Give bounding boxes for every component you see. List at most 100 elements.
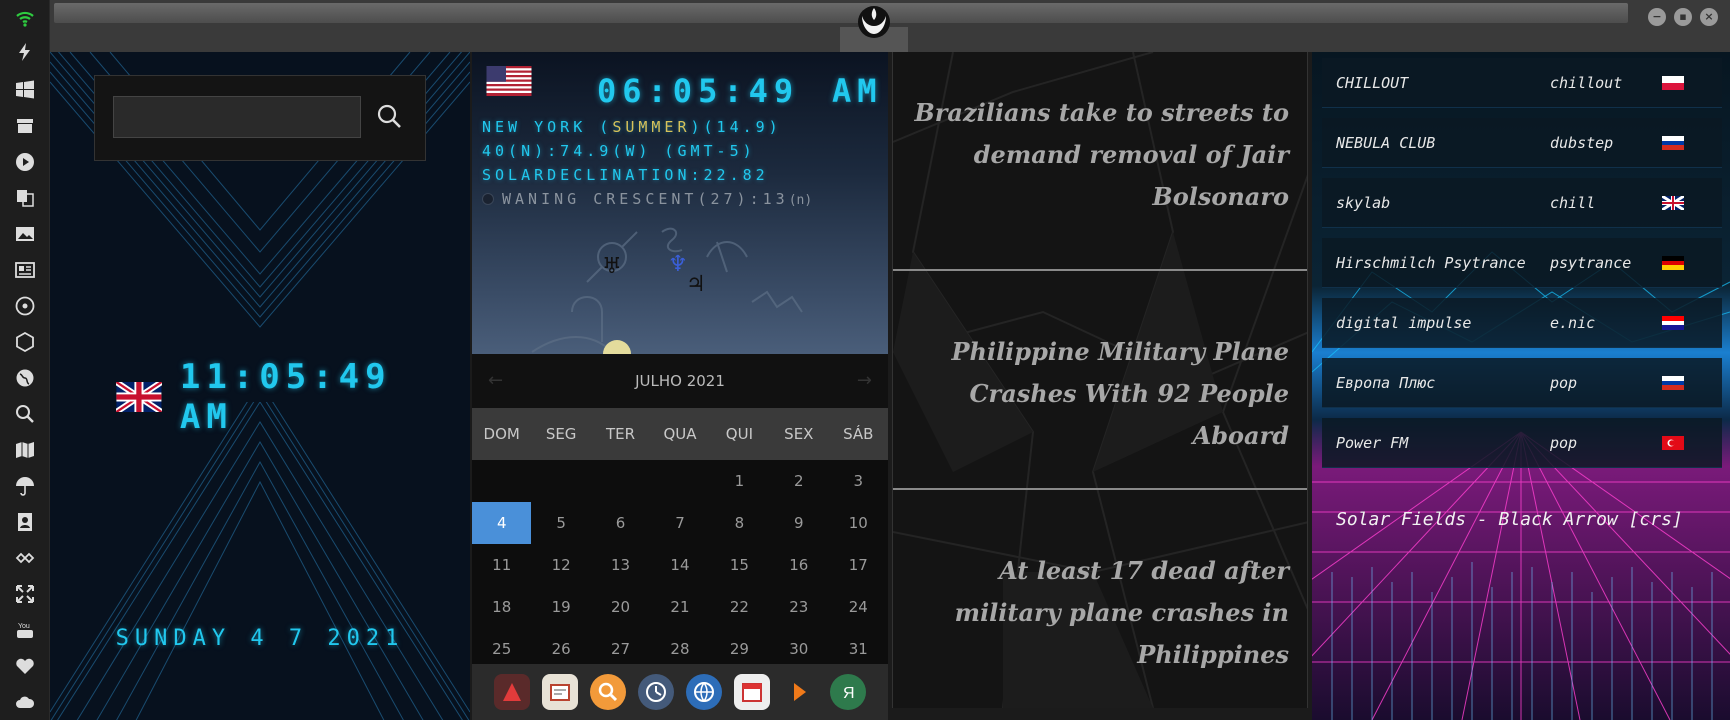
search-icon[interactable] bbox=[13, 402, 37, 426]
bolt-icon[interactable] bbox=[13, 40, 37, 64]
calendar-day[interactable]: 8 bbox=[710, 502, 769, 544]
location-city: NEW YORK ( bbox=[482, 118, 613, 136]
umbrella-icon[interactable] bbox=[13, 474, 37, 498]
fullscreen-icon[interactable] bbox=[13, 582, 37, 606]
maximize-button[interactable]: ▪ bbox=[1674, 8, 1692, 26]
calendar-day[interactable]: 11 bbox=[472, 544, 531, 586]
radio-station-row[interactable]: skylab chill bbox=[1322, 178, 1722, 228]
radio-station-row[interactable]: digital impulse e.nic bbox=[1322, 298, 1722, 348]
neptune-symbol: ♆ bbox=[668, 252, 688, 277]
play-icon[interactable] bbox=[13, 150, 37, 174]
search-button[interactable] bbox=[371, 98, 407, 134]
wifi-icon[interactable] bbox=[13, 6, 37, 30]
search-input[interactable] bbox=[113, 96, 361, 138]
calendar-day[interactable]: 6 bbox=[591, 502, 650, 544]
hexagon-icon[interactable] bbox=[13, 330, 37, 354]
weekday-label: SEG bbox=[545, 425, 577, 443]
calendar-day[interactable]: 20 bbox=[591, 586, 650, 628]
calendar-day[interactable]: 19 bbox=[531, 586, 590, 628]
calendar-day[interactable]: 22 bbox=[710, 586, 769, 628]
dock-clock-icon[interactable] bbox=[638, 674, 674, 710]
astro-calendar-panel: 06:05:49 AM NEW YORK (SUMMER)(14.9) 40(N… bbox=[472, 52, 888, 720]
calendar-day[interactable]: 21 bbox=[650, 586, 709, 628]
dock-arrow-icon[interactable] bbox=[782, 674, 818, 710]
translate-icon[interactable] bbox=[13, 186, 37, 210]
radio-station-row[interactable]: Hirschmilch Psytrance psytrance bbox=[1322, 238, 1722, 288]
calendar-day[interactable]: 18 bbox=[472, 586, 531, 628]
news-headline[interactable]: Brazilians take to streets to demand rem… bbox=[893, 92, 1307, 218]
image-icon[interactable] bbox=[13, 222, 37, 246]
windows-icon[interactable] bbox=[13, 78, 37, 102]
calendar-week-row: 123 bbox=[472, 460, 888, 502]
calendar-month: JULHO 2021 bbox=[635, 372, 725, 390]
radio-station-row[interactable]: Power FM pop bbox=[1322, 418, 1722, 468]
now-playing: Solar Fields - Black Arrow [crs] bbox=[1336, 509, 1683, 530]
calendar-day[interactable]: 23 bbox=[769, 586, 828, 628]
radio-station-row[interactable]: NEBULA CLUB dubstep bbox=[1322, 118, 1722, 168]
archive-icon[interactable] bbox=[13, 114, 37, 138]
dock-yandex-icon[interactable]: Я bbox=[830, 674, 866, 710]
weekday-label: QUI bbox=[725, 425, 753, 443]
close-button[interactable]: × bbox=[1700, 8, 1718, 26]
map-icon[interactable] bbox=[13, 438, 37, 462]
contacts-icon[interactable] bbox=[13, 510, 37, 534]
calendar-day[interactable]: 15 bbox=[710, 544, 769, 586]
radio-panel: CHILLOUT chillout NEBULA CLUB dubstep skylab… bbox=[1312, 52, 1730, 720]
weekday-header-row: DOM SEG TER QUA QUI SEX SÁB bbox=[472, 408, 888, 460]
calendar-day[interactable]: 7 bbox=[650, 502, 709, 544]
dock-app-red-icon[interactable] bbox=[494, 674, 530, 710]
react-icon[interactable] bbox=[13, 294, 37, 318]
svg-text:Я: Я bbox=[843, 685, 855, 702]
radio-station-row[interactable]: Европа Плюс pop bbox=[1322, 358, 1722, 408]
globe-icon[interactable] bbox=[13, 366, 37, 390]
dock-calendar-icon[interactable] bbox=[734, 674, 770, 710]
next-month-button[interactable]: → bbox=[857, 354, 872, 408]
news-icon[interactable] bbox=[13, 258, 37, 282]
moon-phase-line: WANING CRESCENT(27):13(n) bbox=[482, 190, 812, 208]
weekday-label: SÁB bbox=[843, 425, 874, 443]
youtube-icon[interactable]: You bbox=[13, 618, 37, 642]
news-panel: Brazilians take to streets to demand rem… bbox=[892, 52, 1308, 708]
tr-flag-icon bbox=[1662, 435, 1684, 450]
station-name: Европа Плюс bbox=[1336, 373, 1436, 392]
link-icon[interactable] bbox=[13, 546, 37, 570]
calendar-day[interactable]: 12 bbox=[531, 544, 590, 586]
station-name: NEBULA CLUB bbox=[1336, 133, 1436, 152]
calendar-day[interactable]: 3 bbox=[829, 460, 888, 502]
station-genre: e.nic bbox=[1550, 313, 1596, 332]
news-separator bbox=[893, 269, 1307, 271]
calendar-day[interactable]: 13 bbox=[591, 544, 650, 586]
calendar-day[interactable]: 17 bbox=[829, 544, 888, 586]
calendar-day[interactable]: 1 bbox=[710, 460, 769, 502]
rebel-alliance-logo[interactable] bbox=[840, 2, 908, 52]
calendar-week-row: 11 12 13 14 15 16 17 bbox=[472, 544, 888, 586]
us-flag-icon bbox=[486, 66, 532, 96]
news-headline[interactable]: At least 17 dead after military plane cr… bbox=[893, 550, 1307, 676]
dock-search-icon[interactable] bbox=[590, 674, 626, 710]
radio-station-row[interactable]: CHILLOUT chillout bbox=[1322, 58, 1722, 108]
calendar-day[interactable]: 10 bbox=[829, 502, 888, 544]
coords-line: 40(N):74.9(W) (GMT-5) bbox=[482, 142, 756, 160]
calendar-day[interactable]: 16 bbox=[769, 544, 828, 586]
heart-icon[interactable] bbox=[13, 654, 37, 678]
calendar-day[interactable]: 14 bbox=[650, 544, 709, 586]
calendar-day-empty bbox=[591, 460, 650, 502]
location-season: SUMMER bbox=[612, 118, 691, 136]
calendar-day[interactable]: 9 bbox=[769, 502, 828, 544]
cloud-icon[interactable] bbox=[13, 690, 37, 714]
news-headline[interactable]: Philippine Military Plane Crashes With 9… bbox=[893, 331, 1307, 457]
ru-flag-icon bbox=[1662, 375, 1684, 390]
minimize-button[interactable]: − bbox=[1648, 8, 1666, 26]
calendar-day[interactable]: 5 bbox=[531, 502, 590, 544]
ny-time: 06:05:49 bbox=[597, 72, 800, 110]
ny-ampm: AM bbox=[832, 72, 883, 110]
calendar-day[interactable]: 24 bbox=[829, 586, 888, 628]
dock-app-notes-icon[interactable] bbox=[542, 674, 578, 710]
dock-globe-icon[interactable] bbox=[686, 674, 722, 710]
calendar-day[interactable]: 2 bbox=[769, 460, 828, 502]
search-widget bbox=[94, 75, 426, 161]
jupiter-symbol: ♃ bbox=[686, 272, 706, 297]
calendar-day[interactable]: 4 bbox=[472, 502, 532, 544]
calendar-week-row: 18 19 20 21 22 23 24 bbox=[472, 586, 888, 628]
prev-month-button[interactable]: ← bbox=[488, 354, 503, 408]
